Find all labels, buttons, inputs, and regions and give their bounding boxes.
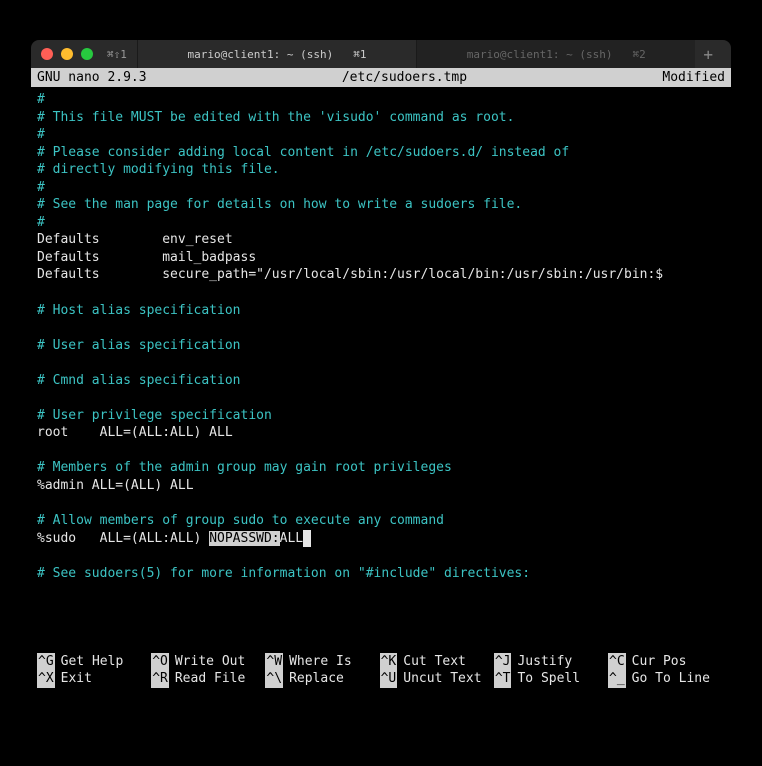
shortcut-item: ^J Justify (494, 653, 608, 671)
shortcut-key: ^J (494, 653, 512, 671)
editor-line: # Cmnd alias specification (37, 372, 725, 390)
editor-line: # (37, 91, 725, 109)
editor-line (37, 389, 725, 407)
shortcut-key: ^K (380, 653, 398, 671)
traffic-lights (41, 48, 93, 60)
cursor (303, 530, 311, 548)
editor-line: Defaults secure_path="/usr/local/sbin:/u… (37, 266, 725, 284)
shortcut-label: Read File (175, 670, 245, 688)
editor-line: Defaults env_reset (37, 231, 725, 249)
shortcut-item: ^T To Spell (494, 670, 608, 688)
editor-line: # Allow members of group sudo to execute… (37, 512, 725, 530)
shortcut-label: Write Out (175, 653, 245, 671)
editor-line (37, 319, 725, 337)
tabs: mario@client1: ~ (ssh) ⌘1 mario@client1:… (137, 40, 695, 68)
modified-flag: Modified (662, 70, 725, 85)
shortcut-key: ^_ (608, 670, 626, 688)
window-shortcut: ⌘⇧1 (107, 48, 127, 61)
shortcut-key: ^X (37, 670, 55, 688)
editor-line (37, 284, 725, 302)
shortcut-key: ^\ (265, 670, 283, 688)
editor-line: # This file MUST be edited with the 'vis… (37, 109, 725, 127)
shortcut-label: Where Is (289, 653, 352, 671)
tab-1[interactable]: mario@client1: ~ (ssh) ⌘1 (137, 40, 416, 68)
shortcuts-row-1: ^G Get Help ^O Write Out ^W Where Is ^K Cut Tex… (37, 653, 725, 671)
shortcut-item: ^C Cur Pos (608, 653, 722, 671)
shortcut-key: ^W (265, 653, 283, 671)
shortcut-key: ^T (494, 670, 512, 688)
zoom-icon[interactable] (81, 48, 93, 60)
editor-line: # directly modifying this file. (37, 161, 725, 179)
editor-line: # User privilege specification (37, 407, 725, 425)
shortcut-key: ^O (151, 653, 169, 671)
shortcut-item: ^_ Go To Line (608, 670, 722, 688)
editor-line (37, 442, 725, 460)
new-tab-button[interactable]: + (695, 45, 721, 64)
shortcut-item: ^\ Replace (265, 670, 379, 688)
tab-shortcut: ⌘1 (353, 48, 366, 61)
editor-line: # See sudoers(5) for more information on… (37, 565, 725, 583)
shortcut-item: ^W Where Is (265, 653, 379, 671)
editor-line: Defaults mail_badpass (37, 249, 725, 267)
shortcut-label: Go To Line (632, 670, 710, 688)
shortcut-key: ^R (151, 670, 169, 688)
close-icon[interactable] (41, 48, 53, 60)
shortcut-label: Cut Text (403, 653, 466, 671)
shortcut-item: ^U Uncut Text (380, 670, 494, 688)
tab-2[interactable]: mario@client1: ~ (ssh) ⌘2 (416, 40, 695, 68)
editor-line: # Host alias specification (37, 302, 725, 320)
editor-content[interactable]: ## This file MUST be edited with the 'vi… (31, 87, 731, 582)
terminal-body[interactable]: GNU nano 2.9.3 /etc/sudoers.tmp Modified… (31, 68, 731, 708)
nano-statusbar: GNU nano 2.9.3 /etc/sudoers.tmp Modified (31, 68, 731, 87)
editor-line: # User alias specification (37, 337, 725, 355)
shortcut-item: ^K Cut Text (380, 653, 494, 671)
tab-title: mario@client1: ~ (ssh) (467, 48, 613, 61)
shortcut-label: Cur Pos (632, 653, 687, 671)
editor-line (37, 547, 725, 565)
file-path: /etc/sudoers.tmp (147, 70, 663, 85)
shortcut-item: ^R Read File (151, 670, 265, 688)
editor-line (37, 354, 725, 372)
shortcut-key: ^G (37, 653, 55, 671)
editor-line (37, 495, 725, 513)
titlebar: ⌘⇧1 mario@client1: ~ (ssh) ⌘1 mario@clie… (31, 40, 731, 68)
tab-title: mario@client1: ~ (ssh) (188, 48, 334, 61)
editor-line: # (37, 126, 725, 144)
editor-name: GNU nano 2.9.3 (37, 70, 147, 85)
editor-line: # Please consider adding local content i… (37, 144, 725, 162)
shortcut-item: ^O Write Out (151, 653, 265, 671)
editor-line-active: %sudo ALL=(ALL:ALL) NOPASSWD:ALL (37, 530, 725, 548)
editor-line: # Members of the admin group may gain ro… (37, 459, 725, 477)
terminal-window: ⌘⇧1 mario@client1: ~ (ssh) ⌘1 mario@clie… (31, 40, 731, 708)
editor-line: # (37, 179, 725, 197)
editor-line: # See the man page for details on how to… (37, 196, 725, 214)
highlighted-text: NOPASSWD: (209, 531, 279, 546)
minimize-icon[interactable] (61, 48, 73, 60)
shortcuts-row-2: ^X Exit ^R Read File ^\ Replace ^U Uncut Text ^T… (37, 670, 725, 688)
shortcut-label: Get Help (61, 653, 124, 671)
tab-shortcut: ⌘2 (632, 48, 645, 61)
nano-shortcuts: ^G Get Help ^O Write Out ^W Where Is ^K Cut Tex… (37, 653, 725, 688)
shortcut-label: To Spell (517, 670, 580, 688)
shortcut-key: ^C (608, 653, 626, 671)
shortcut-item: ^X Exit (37, 670, 151, 688)
shortcut-key: ^U (380, 670, 398, 688)
editor-line: # (37, 214, 725, 232)
shortcut-label: Exit (61, 670, 92, 688)
editor-line: %admin ALL=(ALL) ALL (37, 477, 725, 495)
shortcut-label: Replace (289, 670, 344, 688)
editor-line: root ALL=(ALL:ALL) ALL (37, 424, 725, 442)
shortcut-label: Justify (517, 653, 572, 671)
shortcut-item: ^G Get Help (37, 653, 151, 671)
shortcut-label: Uncut Text (403, 670, 481, 688)
